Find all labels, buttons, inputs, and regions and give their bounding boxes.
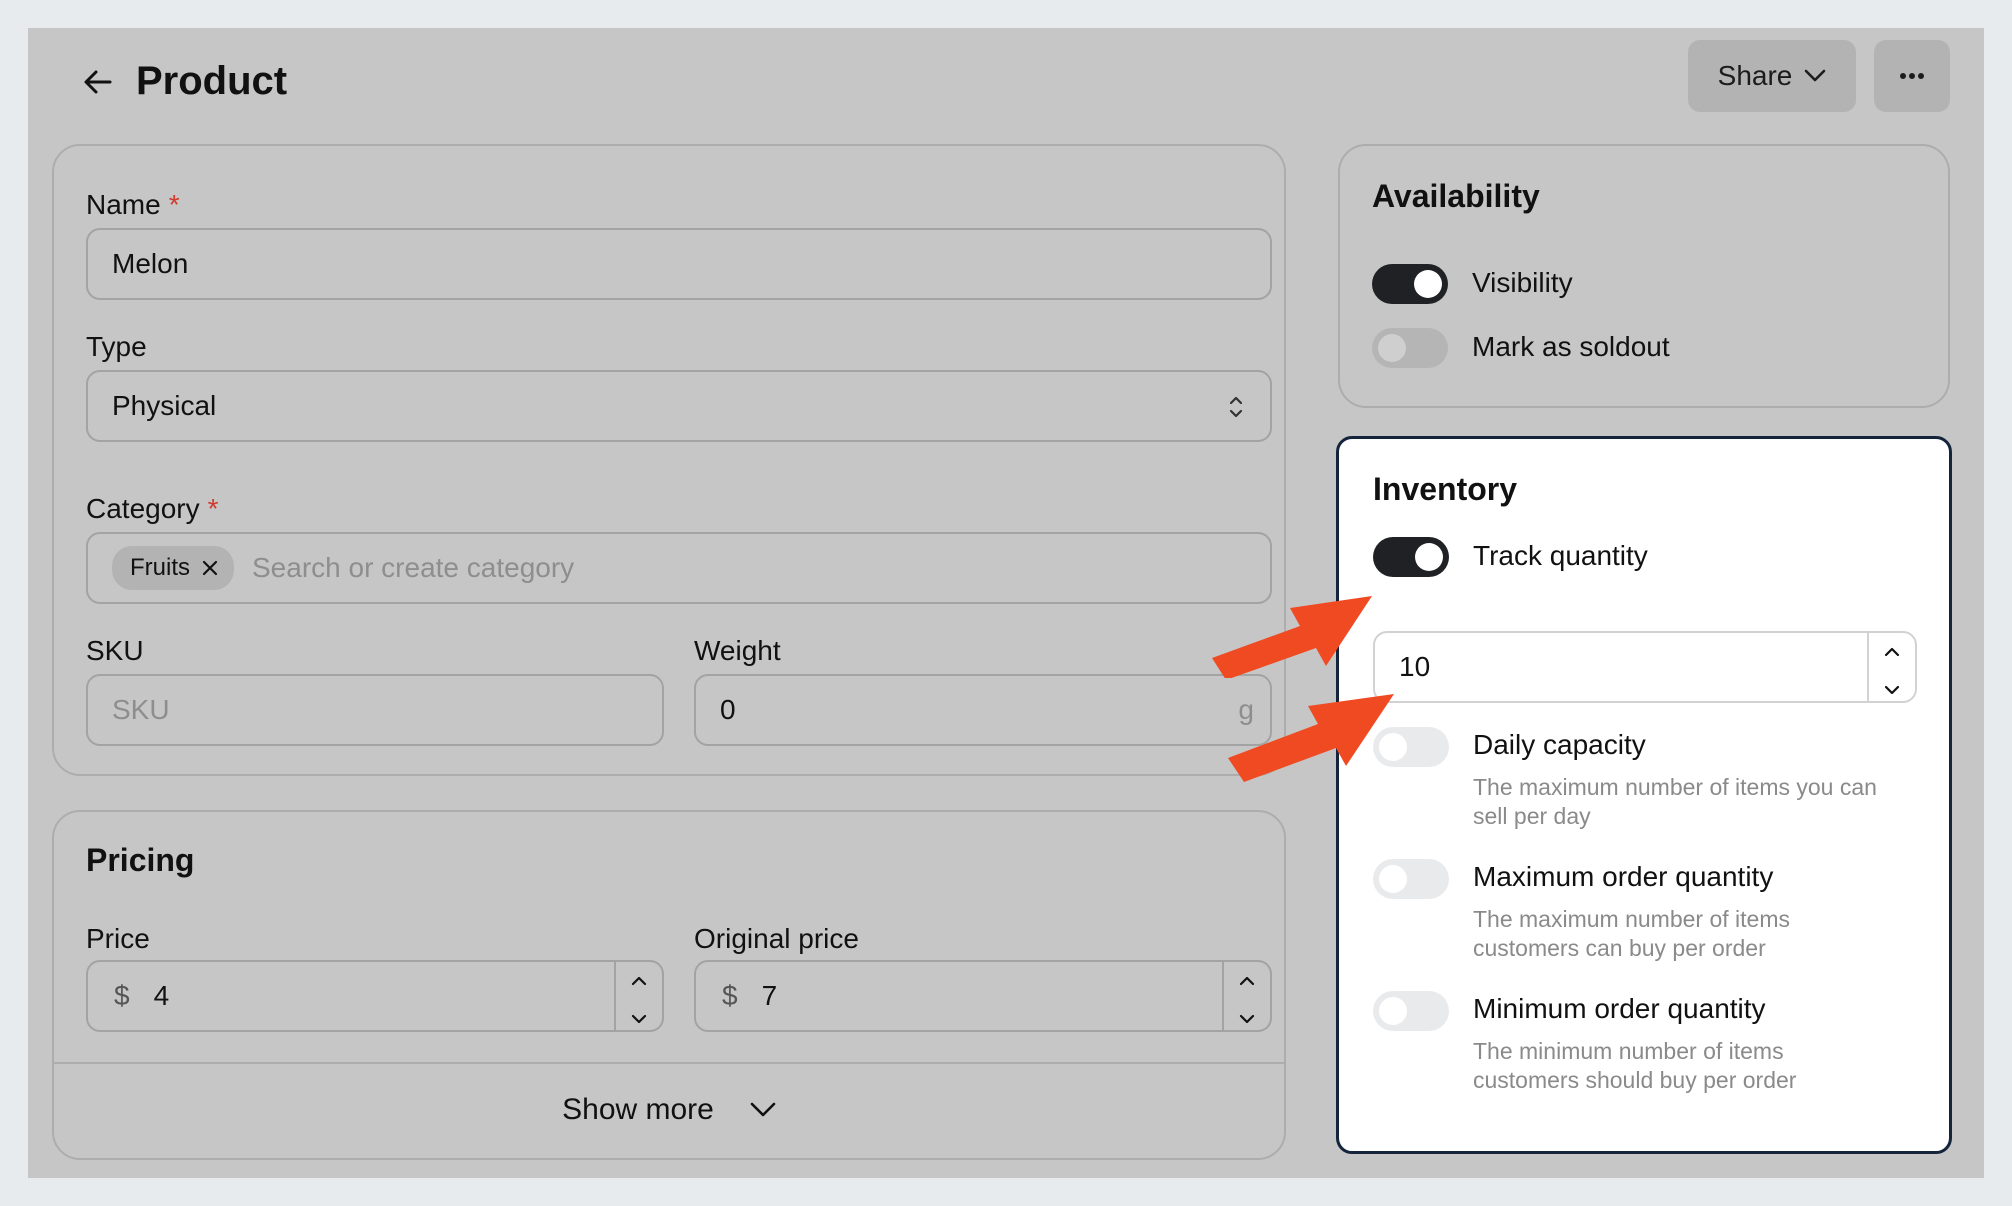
- pricing-title: Pricing: [86, 842, 195, 878]
- chevron-down-icon: [631, 1014, 647, 1024]
- quantity-stepper: [1867, 633, 1915, 701]
- chevron-down-icon: [750, 1102, 776, 1117]
- share-button[interactable]: Share: [1688, 40, 1856, 112]
- back-button[interactable]: [68, 52, 128, 112]
- type-value: Physical: [112, 390, 217, 421]
- sku-placeholder: SKU: [112, 694, 170, 725]
- original-price-stepper: [1222, 962, 1270, 1030]
- price-stepper: [614, 962, 662, 1030]
- availability-title: Availability: [1372, 178, 1540, 214]
- required-marker: *: [207, 493, 219, 524]
- chevron-up-icon: [1239, 976, 1255, 986]
- price-input[interactable]: $ 4: [86, 960, 664, 1032]
- track-quantity-label: Track quantity: [1473, 540, 1648, 571]
- chevron-up-icon: [1884, 647, 1900, 657]
- increment-button[interactable]: [1239, 961, 1255, 993]
- visibility-label: Visibility: [1472, 267, 1573, 298]
- type-select[interactable]: Physical: [86, 370, 1272, 442]
- weight-input[interactable]: 0 g: [694, 674, 1272, 746]
- category-label: Category *: [86, 493, 219, 524]
- decrement-button[interactable]: [631, 999, 647, 1031]
- category-chip: Fruits: [112, 546, 234, 590]
- original-price-label: Original price: [694, 923, 859, 954]
- availability-card: Availability Visibility Mark as soldout: [1338, 144, 1950, 408]
- sku-label: SKU: [86, 635, 144, 666]
- close-icon[interactable]: [202, 560, 218, 576]
- soldout-toggle[interactable]: [1372, 328, 1448, 368]
- sku-input[interactable]: SKU: [86, 674, 664, 746]
- type-label: Type: [86, 331, 147, 362]
- original-price-input[interactable]: $ 7: [694, 960, 1272, 1032]
- arrow-left-icon: [84, 70, 112, 94]
- required-marker: *: [168, 189, 180, 220]
- chevron-down-icon: [1239, 1014, 1255, 1024]
- show-more-button[interactable]: Show more: [54, 1062, 1284, 1158]
- decrement-button[interactable]: [1884, 670, 1900, 702]
- callout-arrow: [1228, 694, 1394, 782]
- page-title: Product: [136, 59, 288, 103]
- pricing-card: Pricing Price $ 4 Original price $ 7 Sho…: [52, 810, 1286, 1160]
- currency-symbol: $: [722, 980, 738, 1011]
- visibility-toggle[interactable]: [1372, 264, 1448, 304]
- name-input[interactable]: Melon: [86, 228, 1272, 300]
- weight-label: Weight: [694, 635, 781, 666]
- chevron-down-icon: [1805, 69, 1826, 82]
- min-order-description: The minimum number of items customers sh…: [1473, 1038, 1797, 1093]
- more-horizontal-icon: [1900, 73, 1924, 79]
- original-price-value: 7: [761, 980, 778, 1011]
- max-order-label: Maximum order quantity: [1473, 861, 1774, 892]
- chevron-up-down-icon: [1229, 396, 1243, 418]
- inventory-card: Inventory Track quantity 10 Daily capaci…: [1336, 436, 1952, 1154]
- soldout-label: Mark as soldout: [1472, 331, 1670, 362]
- quantity-input[interactable]: 10: [1373, 631, 1917, 703]
- chip-label: Fruits: [130, 554, 190, 581]
- app-frame: Product Share Name * Melon Type Physical …: [28, 28, 1984, 1178]
- name-value: Melon: [112, 248, 189, 279]
- name-label: Name *: [86, 189, 180, 220]
- min-order-toggle[interactable]: [1373, 991, 1449, 1031]
- show-more-label: Show more: [562, 1093, 714, 1126]
- category-placeholder: Search or create category: [252, 552, 575, 583]
- chevron-up-icon: [631, 976, 647, 986]
- increment-button[interactable]: [1884, 632, 1900, 664]
- decrement-button[interactable]: [1239, 999, 1255, 1031]
- inventory-title: Inventory: [1373, 471, 1518, 507]
- max-order-description: The maximum number of items customers ca…: [1473, 906, 1790, 961]
- product-details-card: Name * Melon Type Physical Category * Frui…: [52, 144, 1286, 776]
- more-options-button[interactable]: [1874, 40, 1950, 112]
- weight-value: 0: [720, 694, 736, 725]
- daily-capacity-label: Daily capacity: [1473, 729, 1646, 760]
- chevron-down-icon: [1884, 685, 1900, 695]
- price-label: Price: [86, 923, 150, 954]
- callout-arrow: [1212, 596, 1372, 678]
- share-label: Share: [1717, 60, 1793, 91]
- increment-button[interactable]: [631, 961, 647, 993]
- currency-symbol: $: [114, 980, 130, 1011]
- daily-capacity-description: The maximum number of items you can sell…: [1473, 774, 1877, 829]
- category-input[interactable]: Fruits Search or create category: [86, 532, 1272, 604]
- min-order-label: Minimum order quantity: [1473, 993, 1766, 1024]
- max-order-toggle[interactable]: [1373, 859, 1449, 899]
- price-value: 4: [153, 980, 170, 1011]
